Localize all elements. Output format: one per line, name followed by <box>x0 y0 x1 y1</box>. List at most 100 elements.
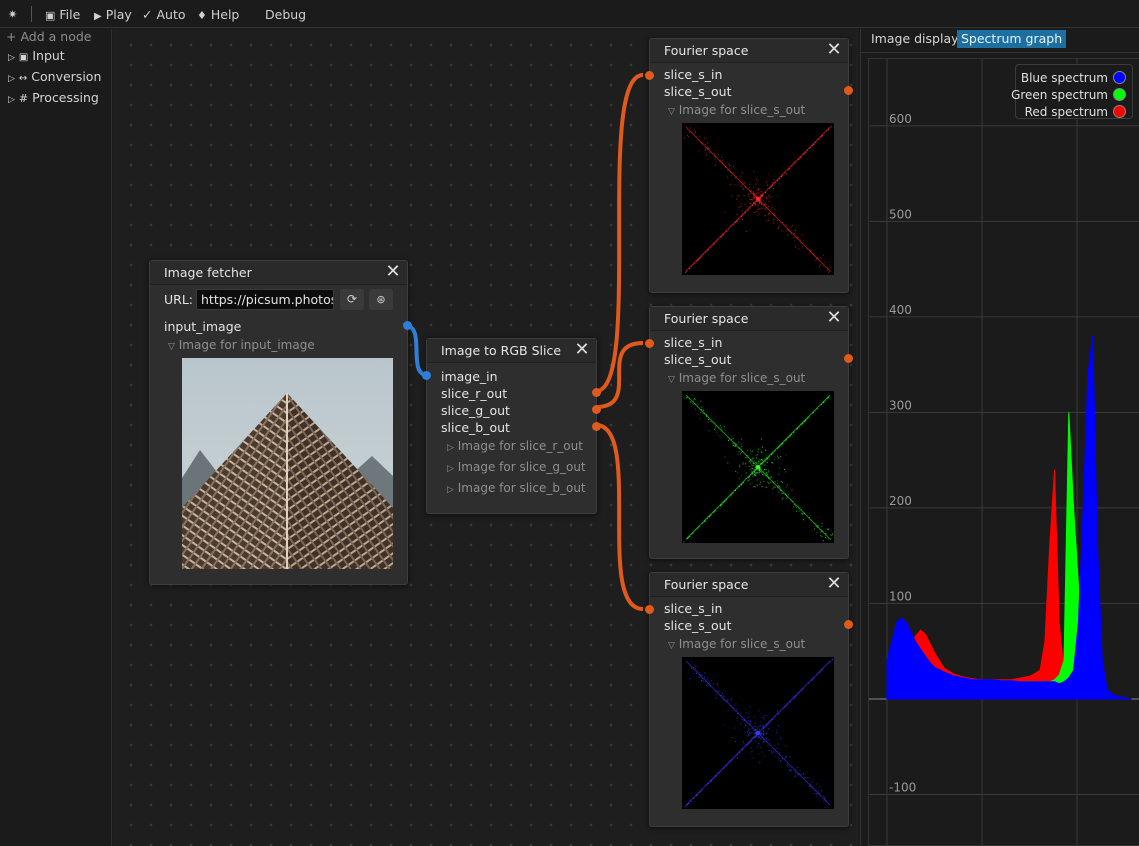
plot-legend: Blue spectrum Green spectrum Red spectru… <box>1011 64 1133 120</box>
menu-debug-label: Debug <box>265 7 307 22</box>
node-title: Image fetcher <box>164 265 252 280</box>
image-icon: ▣ <box>18 52 29 63</box>
category-processing-label: Processing <box>32 90 99 105</box>
fourier-spectrum-image <box>682 390 836 543</box>
fourier-node-blue[interactable]: Fourier space ✕ slice_s_in slice_s_out ▽… <box>645 572 853 827</box>
y-tick-label: -100 <box>889 780 916 794</box>
building-photo <box>182 358 393 569</box>
node-header[interactable]: Image fetcher ✕ <box>150 261 407 285</box>
spectrum-plot[interactable]: 600500400300200100-1000 Blue spectrum Gr… <box>868 58 1139 846</box>
hash-icon: # <box>18 92 29 105</box>
close-icon[interactable]: ✕ <box>384 262 402 282</box>
spectrum-plot-svg: 600500400300200100-1000 <box>869 59 1139 845</box>
node-header[interactable]: Fourier space ✕ <box>650 307 848 331</box>
fourier-node-green[interactable]: Fourier space ✕ slice_s_in slice_s_out ▽… <box>645 306 853 559</box>
expand-arrow-icon: ▷ <box>8 53 15 63</box>
close-icon[interactable]: ✕ <box>825 40 843 60</box>
check-icon: ✓ <box>142 7 153 22</box>
legend-item-red[interactable]: Red spectrum <box>1025 104 1126 120</box>
output-port-label-g: slice_g_out <box>441 403 510 418</box>
close-icon[interactable]: ✕ <box>573 340 591 360</box>
node-header[interactable]: Image to RGB Slice ✕ <box>427 339 596 363</box>
node-title: Fourier space <box>664 577 749 592</box>
rgb-slice-node[interactable]: Image to RGB Slice ✕ image_in slice_r_ou… <box>422 338 601 514</box>
y-tick-label: 400 <box>889 303 912 317</box>
menu-file[interactable]: ▣ File <box>45 6 80 24</box>
legend-item-blue[interactable]: Blue spectrum <box>1021 70 1126 86</box>
expand-down-icon: ▽ <box>168 342 175 352</box>
add-node-label: Add a node <box>20 29 92 44</box>
image-preview-label: Image for slice_b_out <box>457 481 586 495</box>
output-pin[interactable] <box>844 86 853 95</box>
output-pin[interactable] <box>403 321 412 330</box>
fourier-spectrum-image <box>682 657 834 809</box>
random-button[interactable]: ⊛ <box>369 289 393 310</box>
category-input[interactable]: ▷ ▣ Input <box>8 47 65 65</box>
close-icon[interactable]: ✕ <box>825 574 843 594</box>
menu-help[interactable]: ♦ Help <box>197 6 239 24</box>
image-preview-label: Image for slice_s_out <box>678 103 806 117</box>
wire-g-to-fourier-2[interactable] <box>595 341 644 409</box>
node-header[interactable]: Fourier space ✕ <box>650 573 848 597</box>
menu-bar: ✷ ▣ File ▶ Play ✓ Auto ♦ Help Debug <box>0 0 1139 28</box>
refresh-button[interactable]: ⟳ <box>340 289 364 310</box>
tab-spectrum-graph[interactable]: Spectrum graph <box>957 30 1067 48</box>
wire-b-to-fourier-3[interactable] <box>595 423 644 611</box>
image-preview-toggle[interactable]: ▽ Image for input_image <box>168 338 315 352</box>
input-pin[interactable] <box>645 71 654 80</box>
image-preview-toggle[interactable]: ▽ Image for slice_s_out <box>668 371 805 385</box>
close-icon[interactable]: ✕ <box>825 308 843 328</box>
image-preview-label: Image for slice_s_out <box>678 371 806 385</box>
y-tick-label: 100 <box>889 589 912 603</box>
add-node-header: + Add a node <box>6 28 91 46</box>
expand-right-icon: ▷ <box>447 485 454 495</box>
image-preview-label: Image for slice_g_out <box>457 460 586 474</box>
refresh-icon: ⟳ <box>346 292 358 306</box>
image-preview-toggle[interactable]: ▽ Image for slice_s_out <box>668 103 805 117</box>
image-preview-toggle-r[interactable]: ▷ Image for slice_r_out <box>447 439 583 453</box>
legend-item-green[interactable]: Green spectrum <box>1011 87 1126 103</box>
output-pin-b[interactable] <box>592 422 601 431</box>
play-icon: ▶ <box>94 11 102 22</box>
input-pin[interactable] <box>422 371 431 380</box>
expand-arrow-icon: ▷ <box>8 95 15 105</box>
input-pin[interactable] <box>645 605 654 614</box>
app-logo-icon[interactable]: ✷ <box>8 6 17 24</box>
node-graph-canvas[interactable]: Image fetcher ✕ URL: https://picsum.phot… <box>113 29 859 846</box>
legend-swatch-blue <box>1113 71 1126 84</box>
node-header[interactable]: Fourier space ✕ <box>650 39 848 63</box>
node-title: Image to RGB Slice <box>441 343 562 358</box>
output-pin-g[interactable] <box>592 405 601 414</box>
input-pin[interactable] <box>645 339 654 348</box>
tab-image-display[interactable]: Image display <box>867 30 963 48</box>
category-conversion[interactable]: ▷ ↔ Conversion <box>8 68 101 86</box>
computer-icon: ▣ <box>45 9 56 22</box>
menu-file-label: File <box>59 7 81 22</box>
url-input[interactable]: https://picsum.photos/s <box>196 289 334 310</box>
node-title: Fourier space <box>664 43 749 58</box>
image-preview-toggle-b[interactable]: ▷ Image for slice_b_out <box>447 481 586 495</box>
expand-right-icon: ▷ <box>447 464 454 474</box>
image-preview-toggle-g[interactable]: ▷ Image for slice_g_out <box>447 460 586 474</box>
output-pin[interactable] <box>844 620 853 629</box>
image-preview-toggle[interactable]: ▽ Image for slice_s_out <box>668 637 805 651</box>
menu-auto[interactable]: ✓ Auto <box>142 6 186 24</box>
output-pin[interactable] <box>844 354 853 363</box>
y-tick-label: 600 <box>889 112 912 126</box>
category-conversion-label: Conversion <box>31 69 102 84</box>
output-port-label: input_image <box>164 319 242 334</box>
fourier-node-red[interactable]: Fourier space ✕ slice_s_in slice_s_out ▽… <box>645 38 853 293</box>
image-preview-label: Image for input_image <box>178 338 315 352</box>
category-processing[interactable]: ▷ # Processing <box>8 89 99 107</box>
output-pin-r[interactable] <box>592 388 601 397</box>
menu-play[interactable]: ▶ Play <box>94 6 132 24</box>
tab-divider <box>861 52 1139 53</box>
node-title: Fourier space <box>664 311 749 326</box>
output-port-label-r: slice_r_out <box>441 386 508 401</box>
wire-image-to-rgb[interactable] <box>405 324 428 377</box>
menu-debug[interactable]: Debug <box>265 6 306 24</box>
fourier-spectrum-image <box>682 123 834 275</box>
image-fetcher-node[interactable]: Image fetcher ✕ URL: https://picsum.phot… <box>149 260 412 585</box>
input-port-label: slice_s_in <box>664 601 723 616</box>
expand-down-icon: ▽ <box>668 375 675 385</box>
